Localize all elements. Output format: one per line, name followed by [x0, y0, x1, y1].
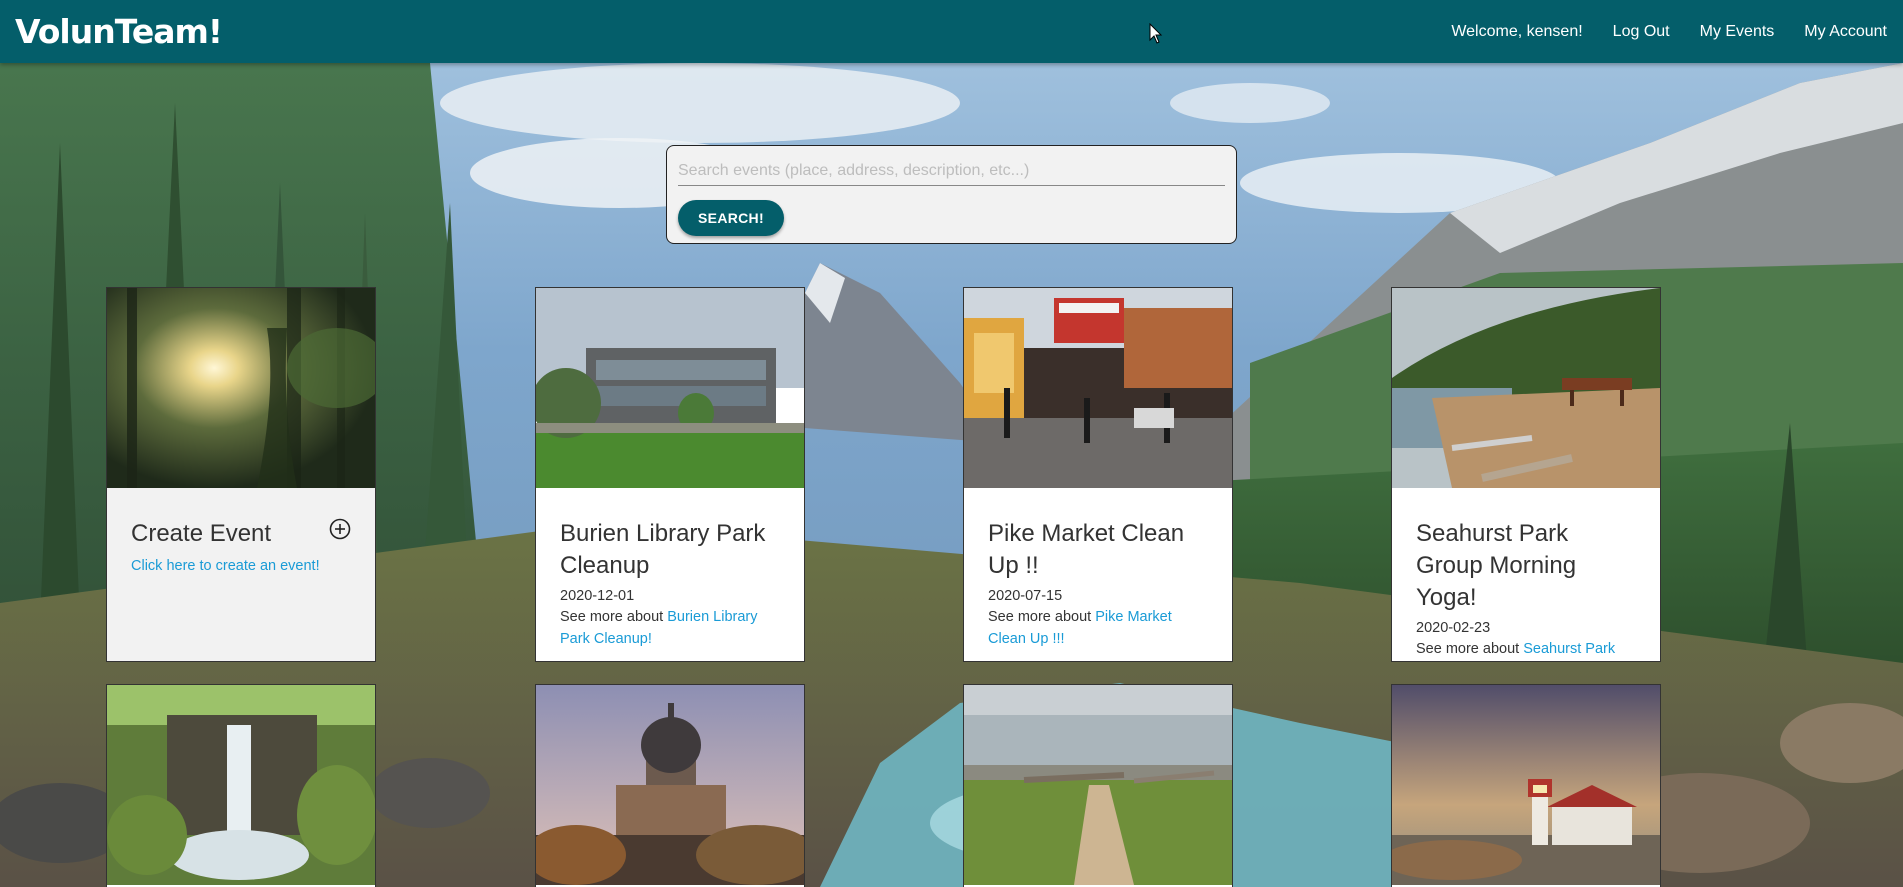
create-event-link[interactable]: Click here to create an event! — [131, 558, 353, 574]
event-image-lighthouse — [1392, 685, 1660, 885]
event-card[interactable] — [106, 684, 376, 887]
event-card[interactable]: Burien Library Park Cleanup 2020-12-01 S… — [535, 287, 805, 662]
event-card[interactable]: Seahurst Park Group Morning Yoga! 2020-0… — [1391, 287, 1661, 662]
add-circle-icon[interactable] — [329, 518, 351, 540]
event-card[interactable]: Pike Market Clean Up !! 2020-07-15 See m… — [963, 287, 1233, 662]
logout-link[interactable]: Log Out — [1613, 23, 1670, 41]
search-panel: SEARCH! — [666, 145, 1237, 244]
welcome-message: Welcome, kensen! — [1451, 22, 1583, 40]
event-more-prefix: See more about — [560, 609, 668, 625]
event-date: 2020-02-23 — [1416, 620, 1491, 636]
event-image-cathedral — [536, 685, 804, 885]
create-event-title: Create Event — [131, 520, 272, 547]
event-image-seahurst-beach — [1392, 288, 1660, 488]
top-navbar: VolunTeam! Welcome, kensen! Log Out My E… — [0, 0, 1903, 63]
event-more-prefix: See more about — [988, 609, 1096, 625]
create-event-body: Create Event Click here to create an eve… — [131, 518, 353, 574]
brand-logo[interactable]: VolunTeam! — [15, 12, 223, 51]
event-card-body: Burien Library Park Cleanup 2020-12-01 S… — [560, 518, 782, 650]
my-account-link[interactable]: My Account — [1804, 23, 1887, 41]
event-image-pike-market — [964, 288, 1232, 488]
event-more-prefix: See more about — [1416, 641, 1524, 657]
event-card[interactable] — [535, 684, 805, 887]
event-image-waterfall — [107, 685, 375, 885]
event-image-library — [536, 288, 804, 488]
search-input[interactable] — [678, 156, 1225, 186]
mouse-cursor-icon — [1149, 23, 1163, 44]
event-more-text: See more about Burien Library Park Clean… — [560, 606, 782, 650]
event-more-text: See more about Pike Market Clean Up !!! — [988, 606, 1210, 650]
event-date: 2020-07-15 — [988, 588, 1063, 604]
event-date: 2020-12-01 — [560, 588, 635, 604]
event-more-text: See more about Seahurst Park Group Morni… — [1416, 638, 1638, 661]
create-event-image — [107, 288, 375, 488]
event-image-beach-trail — [964, 685, 1232, 885]
event-card-body: Pike Market Clean Up !! 2020-07-15 See m… — [988, 518, 1210, 650]
event-title: Burien Library Park Cleanup — [560, 520, 766, 579]
my-events-link[interactable]: My Events — [1700, 23, 1775, 41]
event-card[interactable] — [963, 684, 1233, 887]
event-title: Pike Market Clean Up !! — [988, 520, 1185, 579]
event-card-body: Seahurst Park Group Morning Yoga! 2020-0… — [1416, 518, 1638, 661]
nav-links: Welcome, kensen! Log Out My Events My Ac… — [1421, 23, 1887, 41]
event-card[interactable] — [1391, 684, 1661, 887]
event-title: Seahurst Park Group Morning Yoga! — [1416, 520, 1577, 611]
create-event-card[interactable]: Create Event Click here to create an eve… — [106, 287, 376, 662]
search-button[interactable]: SEARCH! — [678, 200, 784, 236]
